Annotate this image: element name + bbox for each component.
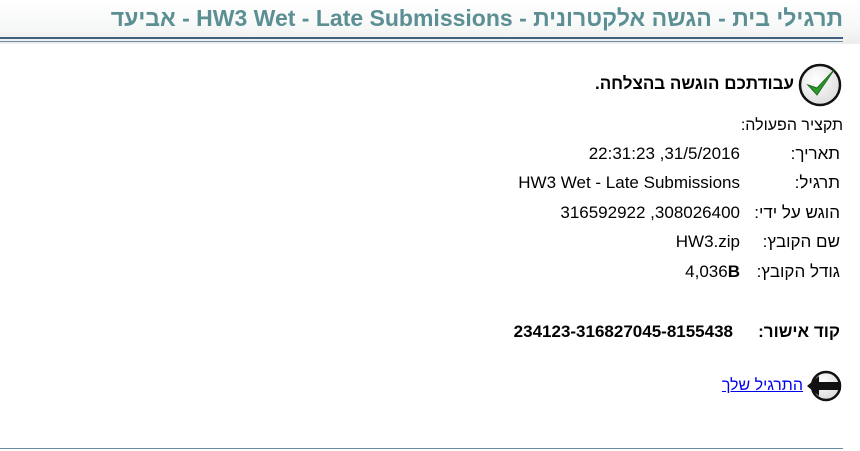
filesize-unit: B: [727, 262, 740, 281]
confirmation-row: קוד אישור: 234123-316827045-8155438: [514, 322, 843, 342]
summary-label: תקציר הפעולה:: [740, 117, 843, 134]
footer-divider: [0, 448, 843, 449]
date-label: תאריך:: [790, 144, 840, 163]
submitters-value: 308026400, 316592922: [560, 203, 740, 222]
filename-label: שם הקובץ:: [762, 232, 840, 251]
title-divider: [0, 37, 843, 39]
filesize-value: 4,036B: [685, 262, 740, 282]
detail-row-date: תאריך: 31/5/2016, 22:31:23: [589, 141, 843, 167]
confirmation-label: קוד אישור:: [758, 322, 840, 341]
title-divider-thin: [0, 41, 843, 42]
detail-row-exercise: תרגיל: HW3 Wet - Late Submissions: [518, 170, 843, 196]
filesize-number: 4,036: [685, 262, 728, 281]
page-title: תרגילי בית - הגשה אלקטרונית - HW3 Wet - …: [110, 5, 843, 31]
back-link[interactable]: התרגיל שלך: [722, 377, 803, 395]
back-to-exercise[interactable]: התרגיל שלך: [722, 370, 843, 402]
filename-value: HW3.zip: [675, 232, 740, 251]
detail-row-filesize: גודל הקובץ: 4,036B: [685, 259, 843, 285]
filesize-label: גודל הקובץ:: [756, 262, 840, 281]
confirmation-code: 234123-316827045-8155438: [513, 322, 733, 341]
arrow-left-circle-icon[interactable]: [805, 370, 843, 402]
detail-row-filename: שם הקובץ: HW3.zip: [676, 229, 843, 255]
exercise-value: HW3 Wet - Late Submissions: [518, 173, 740, 192]
success-banner: עבודתכם הוגשה בהצלחה.: [595, 60, 843, 108]
exercise-label: תרגיל:: [794, 173, 840, 192]
date-value: 31/5/2016, 22:31:23: [588, 144, 740, 163]
check-circle-icon: [797, 61, 843, 107]
submitters-label: הוגש על ידי:: [754, 203, 840, 222]
success-message: עבודתכם הוגשה בהצלחה.: [594, 74, 794, 93]
detail-row-submitters: הוגש על ידי: 308026400, 316592922: [560, 200, 843, 226]
